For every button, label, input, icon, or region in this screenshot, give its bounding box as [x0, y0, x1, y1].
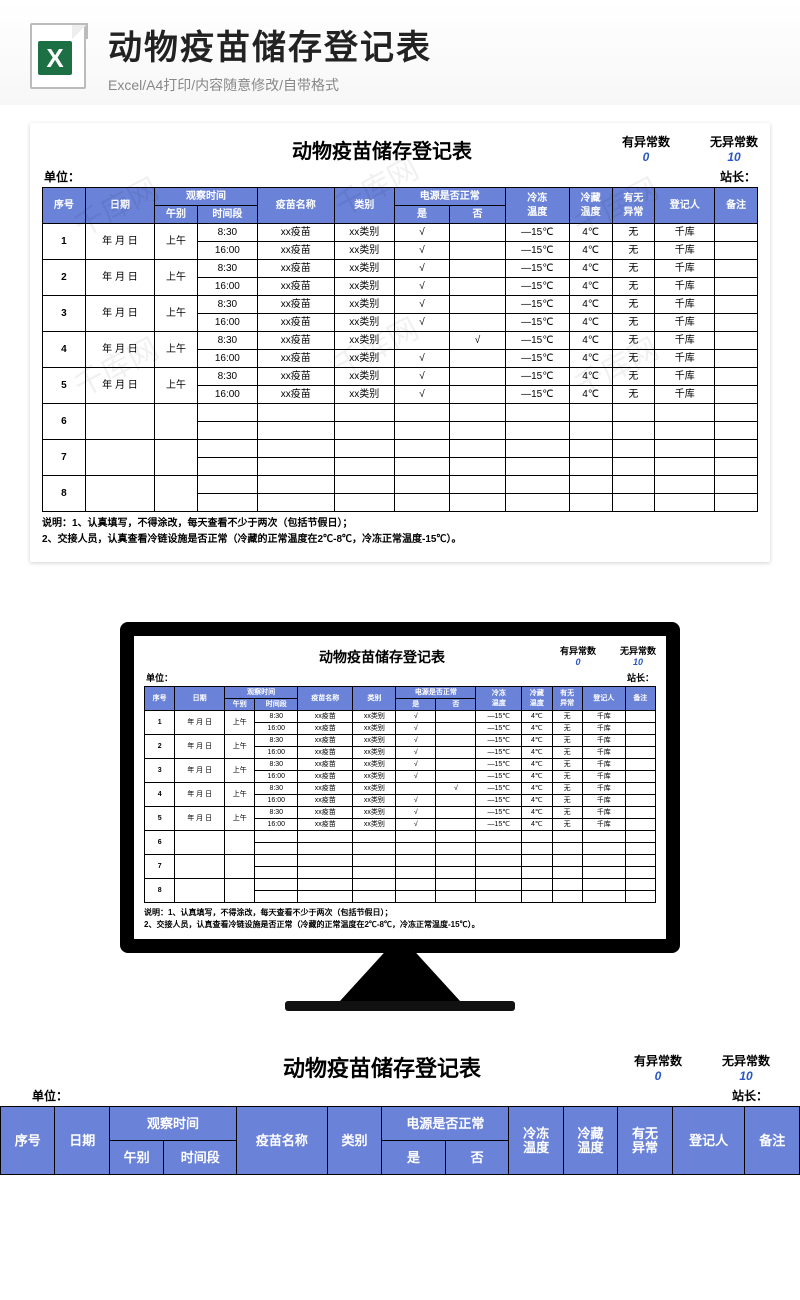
hero-banner: X 动物疫苗储存登记表 Excel/A4打印/内容随意修改/自带格式: [0, 0, 800, 105]
table-header: 序号日期观察时间疫苗名称类别电源是否正常冷冻温度冷藏温度有无异常登记人备注午别时…: [43, 188, 758, 224]
table-row: 1年 月 日上午8:30xx疫苗xx类别√—15℃4℃无千库: [145, 711, 656, 723]
table-row: 8: [43, 476, 758, 494]
table-row: 7: [43, 440, 758, 458]
hero-title: 动物疫苗储存登记表: [108, 20, 432, 69]
table-row: 7: [145, 855, 656, 867]
table-row: 2年 月 日上午8:30xx疫苗xx类别√—15℃4℃无千库: [43, 260, 758, 278]
leader-label: 站长：: [720, 168, 756, 185]
vaccine-table: 序号日期观察时间疫苗名称类别电源是否正常冷冻温度冷藏温度有无异常登记人备注午别时…: [42, 187, 758, 512]
excel-file-icon: X: [30, 23, 90, 93]
table-row: 1年 月 日上午8:30xx疫苗xx类别√—15℃4℃无千库: [43, 224, 758, 242]
table-row: 3年 月 日上午8:30xx疫苗xx类别√—15℃4℃无千库: [43, 296, 758, 314]
table-row: 3年 月 日上午8:30xx疫苗xx类别√—15℃4℃无千库: [145, 759, 656, 771]
unit-label: 单位：: [44, 168, 80, 185]
table-row: 5年 月 日上午8:30xx疫苗xx类别√—15℃4℃无千库: [43, 368, 758, 386]
doc-title: 动物疫苗储存登记表: [42, 135, 622, 164]
table-row: 6: [43, 404, 758, 422]
hero-subtitle: Excel/A4打印/内容随意修改/自带格式: [108, 75, 432, 95]
table-row: 2年 月 日上午8:30xx疫苗xx类别√—15℃4℃无千库: [145, 735, 656, 747]
bottom-crop: 动物疫苗储存登记表 有异常数0 无异常数10 单位：站长： 序号日期观察时间疫苗…: [0, 1051, 800, 1175]
table-row: 6: [145, 831, 656, 843]
vaccine-table-strip: 序号日期观察时间疫苗名称类别电源是否正常冷冻温度冷藏温度有无异常登记人备注午别时…: [0, 1106, 800, 1175]
table-row: 8: [145, 879, 656, 891]
doc-notes: 说明：1、认真填写，不得涂改，每天查看不少于两次（包括节假日）；2、交接人员，认…: [42, 516, 758, 548]
table-row: 4年 月 日上午8:30xx疫苗xx类别√—15℃4℃无千库: [145, 783, 656, 795]
vaccine-table-monitor: 序号日期观察时间疫苗名称类别电源是否正常冷冻温度冷藏温度有无异常登记人备注午别时…: [144, 686, 656, 903]
table-body: 1年 月 日上午8:30xx疫苗xx类别√—15℃4℃无千库16:00xx疫苗x…: [43, 224, 758, 512]
document-preview: 千库网 千库网 千库网 千库网 千库网 千库网 动物疫苗储存登记表 有异常数0 …: [30, 123, 770, 562]
monitor-mockup: 动物疫苗储存登记表 有异常数0 无异常数10 单位：站长： 序号日期观察时间疫苗…: [120, 622, 680, 1011]
table-row: 4年 月 日上午8:30xx疫苗xx类别√—15℃4℃无千库: [43, 332, 758, 350]
table-row: 5年 月 日上午8:30xx疫苗xx类别√—15℃4℃无千库: [145, 807, 656, 819]
doc-stats: 有异常数0 无异常数10: [622, 133, 758, 164]
